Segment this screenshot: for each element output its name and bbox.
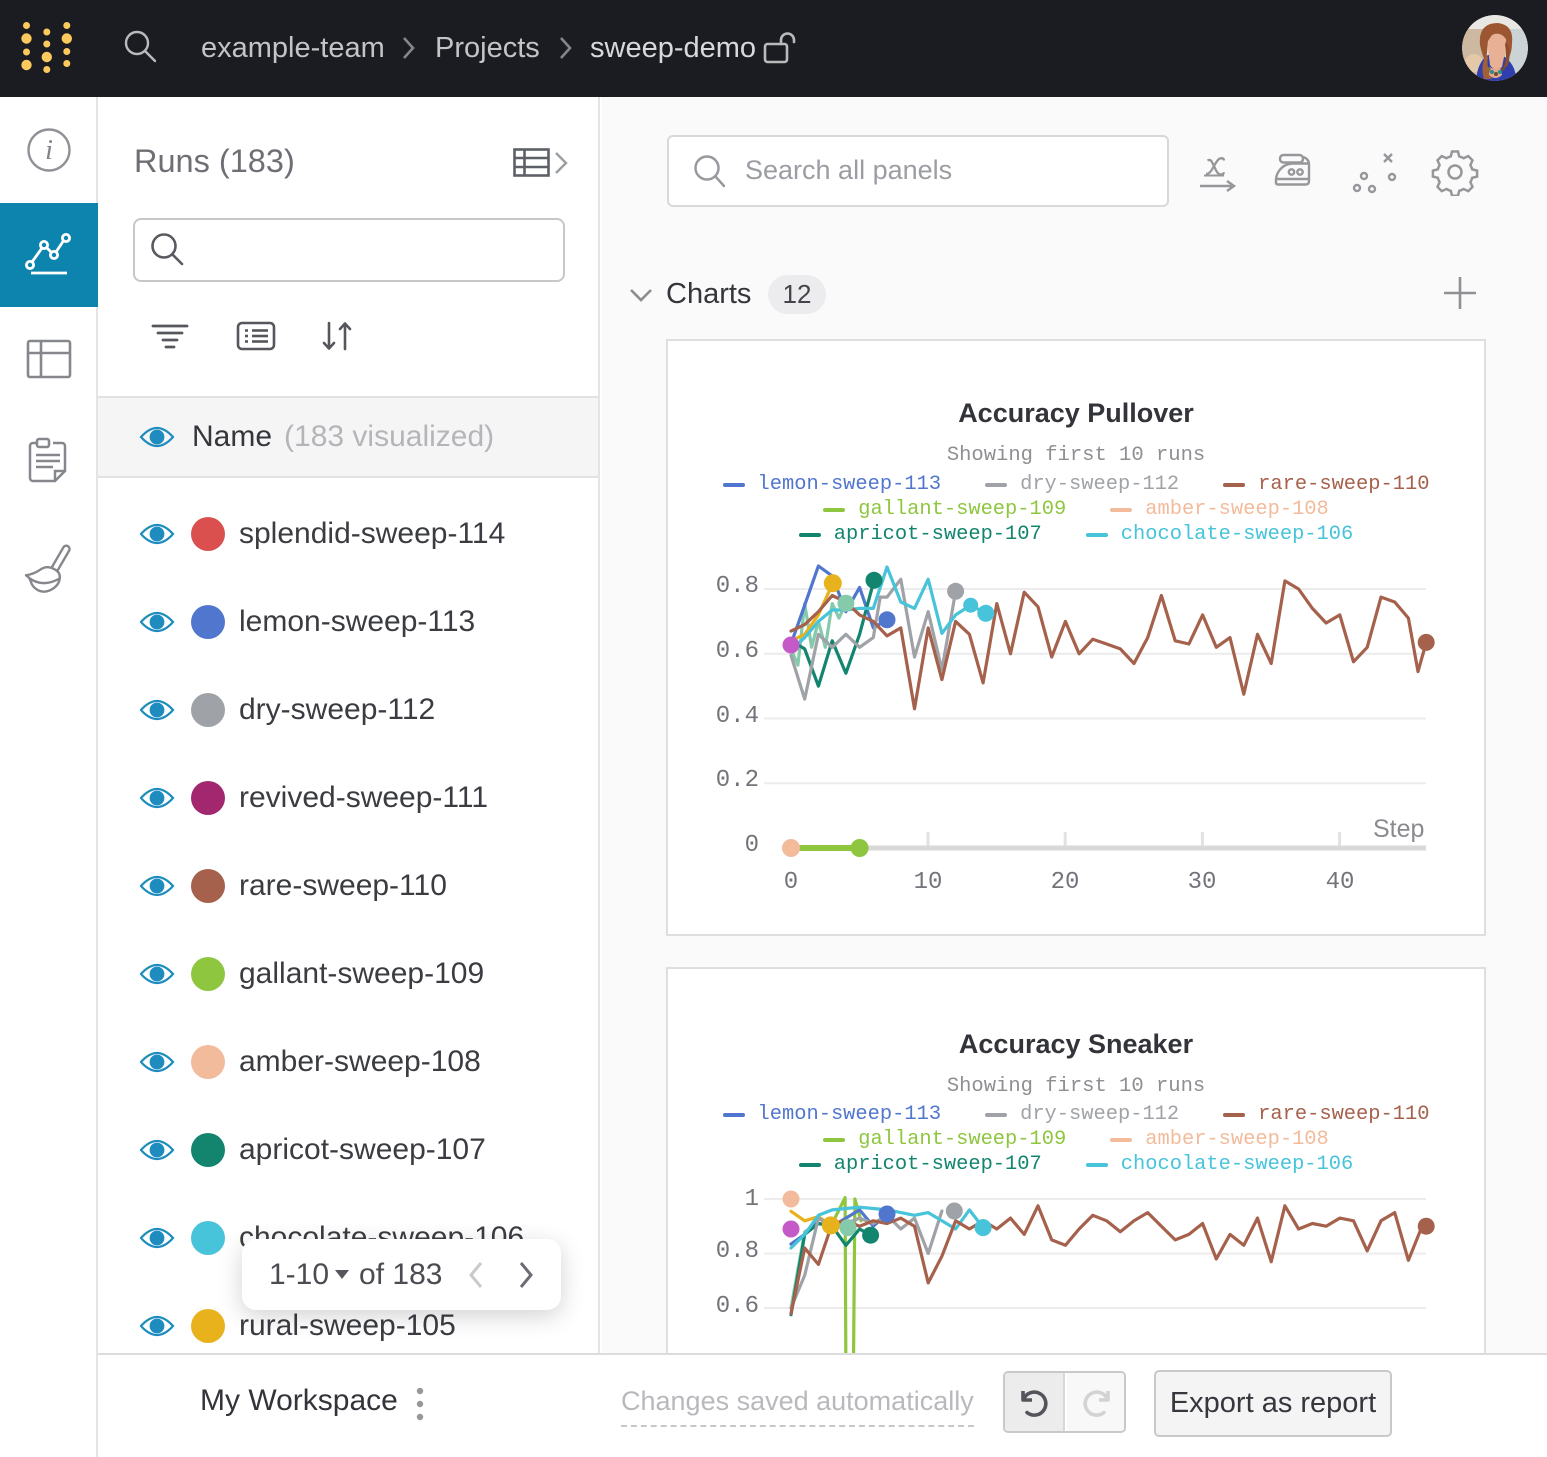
- svg-text:i: i: [45, 135, 53, 166]
